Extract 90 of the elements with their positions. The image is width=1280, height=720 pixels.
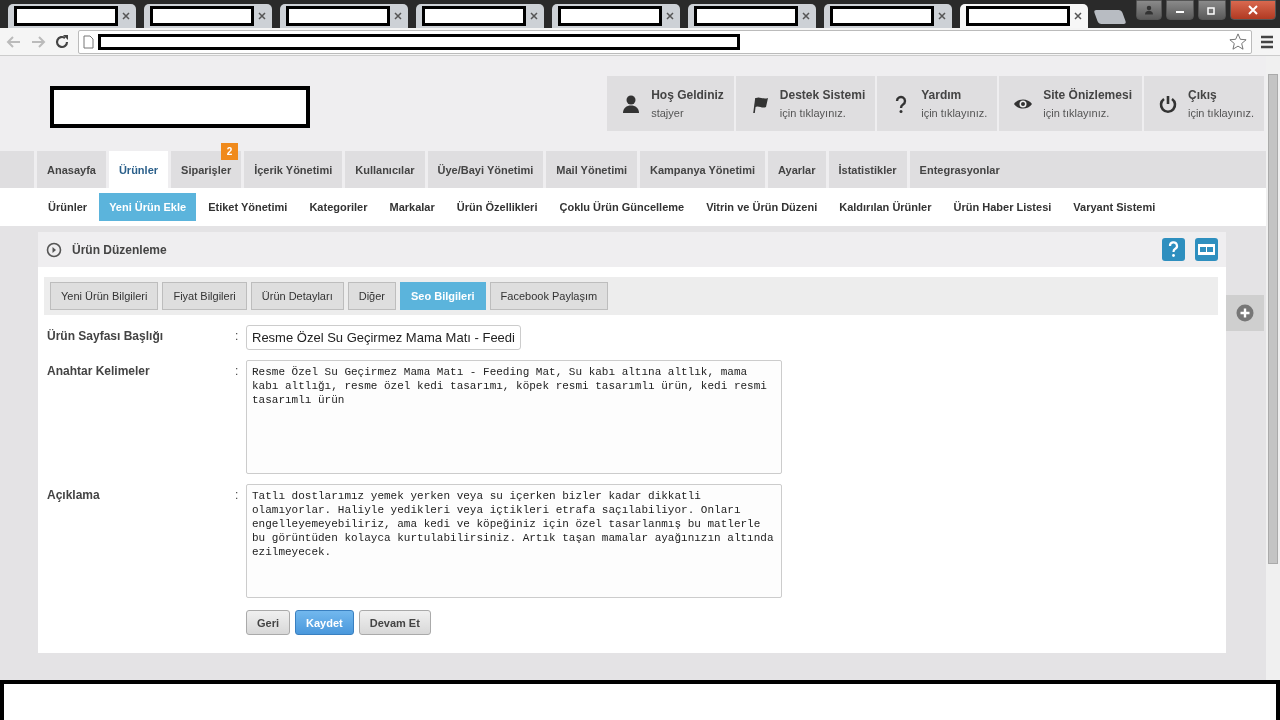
browser-tab[interactable] xyxy=(280,4,408,28)
link-title: Yardım xyxy=(921,88,963,102)
colon-separator: : xyxy=(235,487,240,504)
subnav-tab[interactable]: Etiket Yönetimi xyxy=(198,193,298,221)
profile-button[interactable] xyxy=(1136,0,1162,20)
subnav-tab[interactable]: Ürün Özellikleri xyxy=(446,193,548,221)
power-icon xyxy=(1157,93,1178,114)
field-label: Ürün Sayfası Başlığı xyxy=(47,328,165,345)
field-label: Açıklama xyxy=(47,487,101,504)
close-icon[interactable] xyxy=(802,12,810,20)
user-icon xyxy=(621,93,642,114)
side-panel-tab[interactable] xyxy=(1226,295,1264,331)
browser-tab[interactable] xyxy=(8,4,136,28)
help-icon[interactable] xyxy=(1162,238,1185,261)
colon-separator: : xyxy=(235,363,240,380)
form-tab[interactable]: Facebook Paylaşım xyxy=(489,282,609,310)
browser-tab[interactable] xyxy=(552,4,680,28)
subnav-tab[interactable]: Kategoriler xyxy=(299,193,378,221)
nav-tab[interactable]: Anasayfa xyxy=(37,151,106,188)
menu-icon[interactable] xyxy=(1260,34,1274,49)
link-subtitle: için tıklayınız. xyxy=(921,107,988,119)
text-area[interactable]: Resme Özel Su Geçirmez Mama Matı - Feeding Mat, Su kabı altına altlık, mama kabı altlığı, resme özel kedi tasarımı, köpek resmi tasarımlı ürün, kedi resmi tasarımlı ürün xyxy=(246,360,782,474)
header-link[interactable]: Yardım için tıklayınız. xyxy=(877,76,998,131)
close-icon[interactable] xyxy=(394,12,402,20)
nav-tab[interactable]: Üye/Bayi Yönetimi xyxy=(427,151,544,188)
subnav-tab[interactable]: Varyant Sistemi xyxy=(1063,193,1166,221)
nav-tab[interactable]: Ürünler xyxy=(108,151,169,188)
subnav-tab[interactable]: Ürünler xyxy=(38,193,98,221)
new-tab-button[interactable] xyxy=(1093,10,1127,24)
subnav-tab[interactable]: Vitrin ve Ürün Düzeni xyxy=(696,193,828,221)
form-tab[interactable]: Fiyat Bilgileri xyxy=(162,282,247,310)
close-icon[interactable] xyxy=(122,12,130,20)
star-icon[interactable] xyxy=(1229,32,1247,51)
colon-separator: : xyxy=(235,328,240,345)
maximize-icon xyxy=(1207,5,1217,15)
form-button[interactable]: Devam Et xyxy=(358,610,431,635)
close-icon[interactable] xyxy=(1074,12,1082,20)
nav-tab[interactable]: Mail Yönetimi xyxy=(546,151,638,188)
nav-tab[interactable]: Kullanıcılar xyxy=(345,151,425,188)
nav-tab[interactable]: İstatistikler xyxy=(828,151,907,188)
panel-title: Ürün Düzenleme xyxy=(72,242,168,257)
link-title: Site Önizlemesi xyxy=(1043,88,1132,102)
count-badge: 2 xyxy=(221,143,239,160)
form-tab[interactable]: Diğer xyxy=(347,282,396,310)
browser-tab[interactable] xyxy=(144,4,272,28)
nav-tab[interactable]: Entegrasyonlar xyxy=(909,151,1266,188)
form-tab[interactable]: Ürün Detayları xyxy=(250,282,344,310)
header-link[interactable]: Site Önizlemesi için tıklayınız. xyxy=(999,76,1142,131)
form-tab[interactable]: Yeni Ürün Bilgileri xyxy=(50,282,159,310)
address-bar[interactable] xyxy=(78,29,1252,54)
browser-tab[interactable] xyxy=(416,4,544,28)
close-icon[interactable] xyxy=(530,12,538,20)
browser-tab[interactable] xyxy=(688,4,816,28)
subnav-tab[interactable]: Çoklu Ürün Güncelleme xyxy=(549,193,695,221)
field-label: Anahtar Kelimeler xyxy=(47,363,151,380)
close-icon[interactable] xyxy=(666,12,674,20)
plus-icon xyxy=(1236,304,1254,322)
input-field[interactable]: Resme Özel Su Geçirmez Mama Matı - Feedi xyxy=(246,325,521,350)
maximize-button[interactable] xyxy=(1198,0,1226,20)
nav-tab[interactable]: Kampanya Yönetimi xyxy=(640,151,765,188)
browser-tab[interactable] xyxy=(960,4,1088,28)
film-icon[interactable] xyxy=(1195,238,1218,261)
close-icon[interactable] xyxy=(258,12,266,20)
text-area[interactable]: Tatlı dostlarımız yemek yerken veya su içerken bizler kadar dikkatli olamıyorlar. Haliyle yedikleri veya içtikleri etrafa saçılabiliyor. Onları engelleyemeyebiliriz, ama kedi ve köpeğiniz için özel tasarlanmış bu matlerle bu görüntüden kolayca kurtulabilirsiniz. Artık taşan mamalar ayağınızın altında ezilmeyecek. xyxy=(246,484,782,598)
subnav-tab[interactable]: Kaldırılan Ürünler xyxy=(829,193,942,221)
form-button[interactable]: Geri xyxy=(246,610,290,635)
link-subtitle: stajyer xyxy=(651,107,685,119)
close-icon[interactable] xyxy=(938,12,946,20)
reload-icon[interactable] xyxy=(54,33,70,50)
link-subtitle: için tıklayınız. xyxy=(1043,107,1111,119)
minimize-button[interactable] xyxy=(1166,0,1194,20)
user-icon xyxy=(1144,5,1154,15)
link-title: Çıkış xyxy=(1187,88,1218,102)
close-button[interactable] xyxy=(1230,0,1276,20)
nav-tab-spacer xyxy=(0,151,34,188)
nav-tab[interactable]: İçerik Yönetimi xyxy=(244,151,343,188)
link-title: Destek Sistemi xyxy=(779,88,866,102)
scrollbar[interactable] xyxy=(1266,56,1280,680)
subnav-tab[interactable]: Markalar xyxy=(379,193,445,221)
header-link[interactable]: Destek Sistemi için tıklayınız. xyxy=(735,76,876,131)
header-link[interactable]: Hoş Geldiniz stajyer xyxy=(607,76,734,131)
page-icon xyxy=(83,34,94,49)
link-title: Hoş Geldiniz xyxy=(651,88,724,102)
link-subtitle: için tıklayınız. xyxy=(779,107,847,119)
browser-tab[interactable] xyxy=(824,4,952,28)
header-link[interactable]: Çıkış için tıklayınız. xyxy=(1143,76,1264,131)
link-subtitle: için tıklayınız. xyxy=(1187,107,1254,119)
nav-tab[interactable]: Ayarlar xyxy=(768,151,826,188)
close-icon xyxy=(1248,5,1258,15)
subnav-tab[interactable]: Ürün Haber Listesi xyxy=(943,193,1062,221)
